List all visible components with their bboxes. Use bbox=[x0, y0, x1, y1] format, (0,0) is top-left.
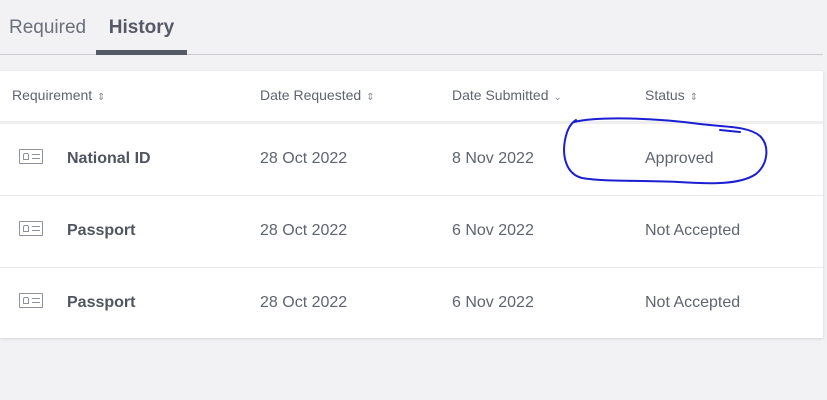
table-row[interactable]: Passport 28 Oct 2022 6 Nov 2022 Not Acce… bbox=[0, 267, 823, 339]
requirement-name: National ID bbox=[67, 150, 151, 167]
column-header-date-submitted[interactable]: Date Submitted ⌄ bbox=[452, 71, 562, 121]
history-table: Requirement ⇕ Date Requested ⇕ Date Submit… bbox=[0, 71, 823, 338]
status-text: Not Accepted bbox=[645, 222, 741, 239]
status-text: Approved bbox=[645, 150, 714, 167]
date-requested: 28 Oct 2022 bbox=[260, 294, 348, 311]
date-submitted: 6 Nov 2022 bbox=[452, 222, 534, 239]
date-submitted: 6 Nov 2022 bbox=[452, 294, 534, 311]
sort-icon: ⇕ bbox=[366, 92, 375, 103]
tab-bar: Required History bbox=[0, 0, 823, 55]
status-text: Not Accepted bbox=[645, 294, 741, 311]
id-card-icon bbox=[19, 221, 43, 236]
sort-icon: ⇕ bbox=[97, 92, 106, 103]
table-header: Requirement ⇕ Date Requested ⇕ Date Submit… bbox=[0, 71, 823, 124]
id-card-icon bbox=[19, 293, 43, 308]
column-header-requirement[interactable]: Requirement ⇕ bbox=[12, 71, 106, 121]
date-requested: 28 Oct 2022 bbox=[260, 222, 348, 239]
date-requested: 28 Oct 2022 bbox=[260, 150, 348, 167]
column-header-date-requested[interactable]: Date Requested ⇕ bbox=[260, 71, 375, 121]
tab-history[interactable]: History bbox=[96, 0, 187, 55]
sort-icon: ⇕ bbox=[689, 92, 699, 103]
id-card-icon bbox=[19, 149, 43, 164]
column-header-label: Date Submitted bbox=[452, 87, 549, 103]
column-header-label: Status bbox=[645, 87, 685, 103]
column-header-label: Date Requested bbox=[260, 87, 362, 103]
tab-required[interactable]: Required bbox=[9, 0, 86, 54]
column-header-label: Requirement bbox=[12, 87, 93, 103]
date-submitted: 8 Nov 2022 bbox=[452, 150, 534, 167]
table-row[interactable]: Passport 28 Oct 2022 6 Nov 2022 Not Acce… bbox=[0, 195, 823, 268]
table-row[interactable]: National ID 28 Oct 2022 8 Nov 2022 Appro… bbox=[0, 123, 823, 196]
requirement-name: Passport bbox=[67, 222, 136, 239]
column-header-status[interactable]: Status ⇕ bbox=[645, 71, 698, 121]
sort-descending-icon: ⌄ bbox=[553, 92, 562, 103]
requirement-name: Passport bbox=[67, 294, 136, 311]
